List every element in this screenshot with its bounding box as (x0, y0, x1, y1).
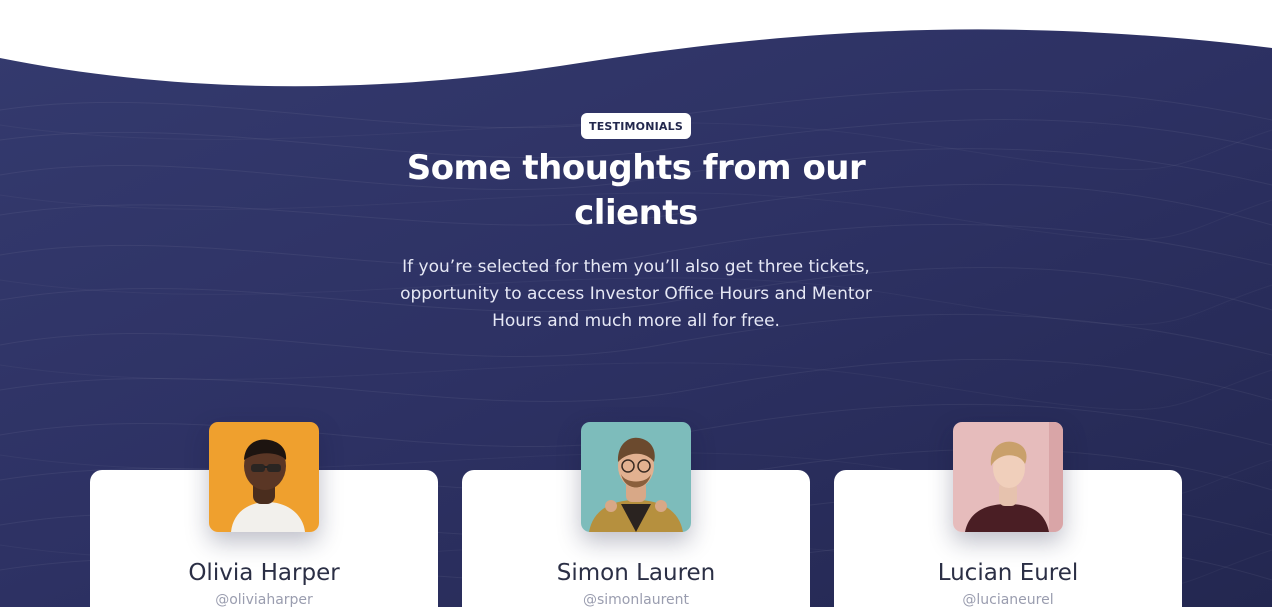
testimonial-handle: @lucianeurel (962, 592, 1054, 607)
testimonial-name: Olivia Harper (188, 560, 340, 586)
avatar-photo-icon (581, 422, 691, 532)
section-subtitle: If you’re selected for them you’ll also … (400, 257, 872, 331)
avatar (581, 422, 691, 532)
avatar (209, 422, 319, 532)
testimonial-name: Lucian Eurel (937, 560, 1079, 586)
testimonial-handle: @simonlaurent (582, 592, 690, 607)
testimonial-name: Simon Lauren (556, 560, 716, 586)
avatar-photo-icon (953, 422, 1063, 532)
avatar (953, 422, 1063, 532)
avatar-photo-icon (209, 422, 319, 532)
section-badge: TESTIMONIALS (581, 113, 691, 139)
testimonials-section: TESTIMONIALS Some thoughts from our clie… (0, 0, 1272, 607)
section-title: Some thoughts from our clients (406, 148, 866, 233)
testimonial-handle: @oliviaharper (215, 592, 313, 607)
